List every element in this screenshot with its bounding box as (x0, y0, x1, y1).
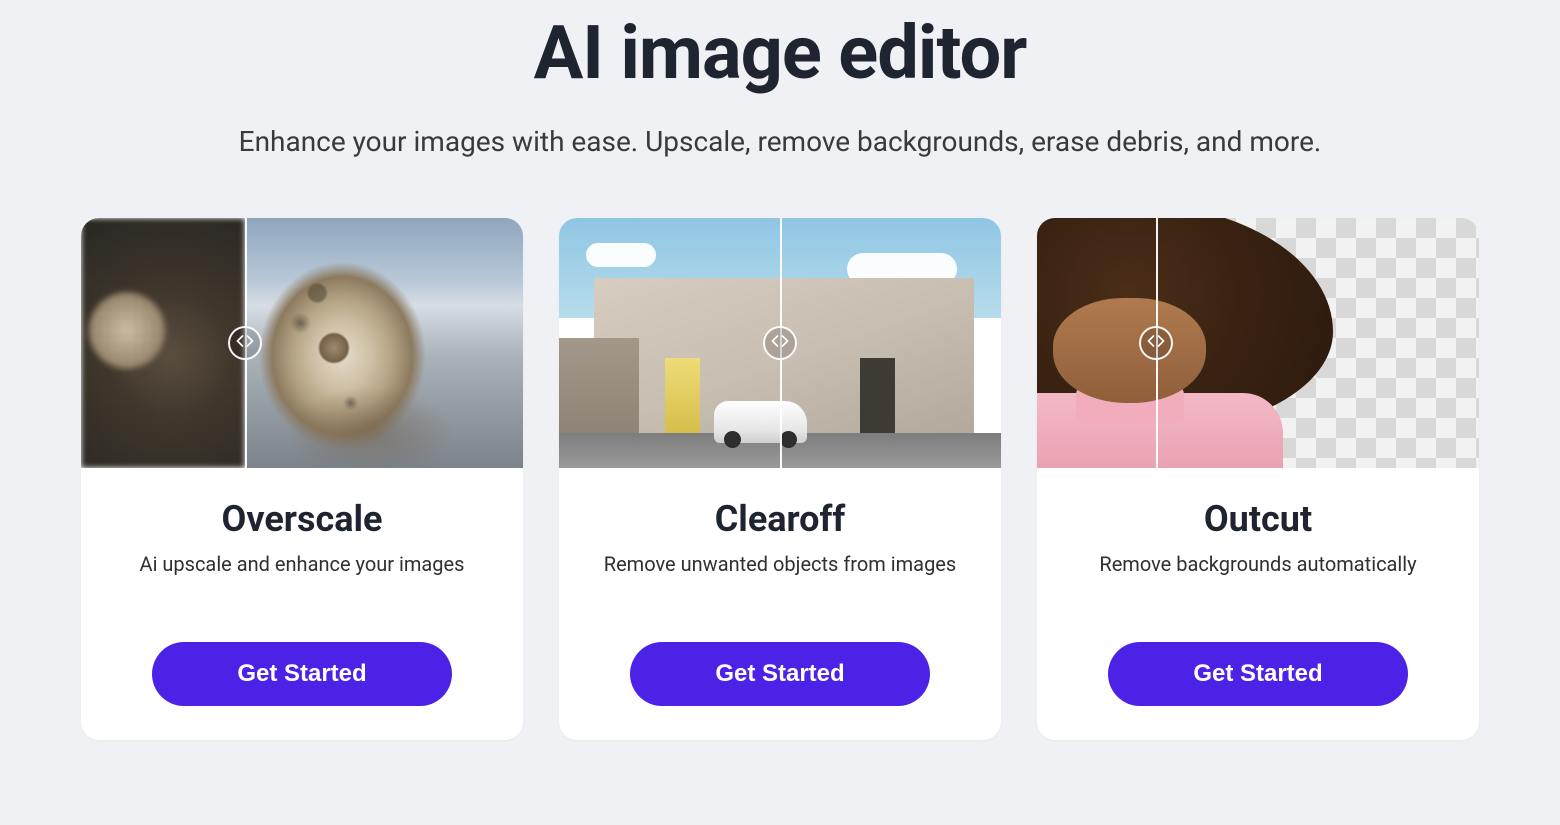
outcut-preview-image (1037, 218, 1479, 468)
overscale-before-half (81, 218, 245, 468)
outcut-description: Remove backgrounds automatically (1099, 552, 1416, 576)
compare-handle[interactable] (763, 326, 797, 360)
compare-arrows-icon (770, 331, 790, 355)
overscale-title: Overscale (222, 498, 383, 540)
overscale-preview-image (81, 218, 523, 468)
page-title: AI image editor (534, 10, 1027, 97)
clearoff-car-object (714, 401, 807, 444)
compare-handle[interactable] (1139, 326, 1173, 360)
clearoff-description: Remove unwanted objects from images (604, 552, 956, 576)
overscale-description: Ai upscale and enhance your images (140, 552, 465, 576)
clearoff-preview-image (559, 218, 1001, 468)
page-subtitle: Enhance your images with ease. Upscale, … (239, 125, 1322, 158)
clearoff-side-building (559, 338, 639, 438)
outcut-title: Outcut (1204, 498, 1312, 540)
feature-card-overscale: Overscale Ai upscale and enhance your im… (81, 218, 523, 740)
outcut-get-started-button[interactable]: Get Started (1108, 642, 1408, 706)
clearoff-title: Clearoff (715, 498, 846, 540)
overscale-after-half (245, 218, 523, 468)
outcut-subject-person (1037, 218, 1355, 468)
feature-cards-row: Overscale Ai upscale and enhance your im… (81, 218, 1479, 740)
clearoff-dark-door (860, 358, 895, 433)
compare-arrows-icon (235, 331, 255, 355)
compare-arrows-icon (1146, 331, 1166, 355)
compare-handle[interactable] (228, 326, 262, 360)
overscale-get-started-button[interactable]: Get Started (152, 642, 452, 706)
cloud-icon (586, 243, 656, 267)
feature-card-outcut: Outcut Remove backgrounds automatically … (1037, 218, 1479, 740)
clearoff-get-started-button[interactable]: Get Started (630, 642, 930, 706)
feature-card-clearoff: Clearoff Remove unwanted objects from im… (559, 218, 1001, 740)
clearoff-yellow-door (665, 358, 700, 433)
